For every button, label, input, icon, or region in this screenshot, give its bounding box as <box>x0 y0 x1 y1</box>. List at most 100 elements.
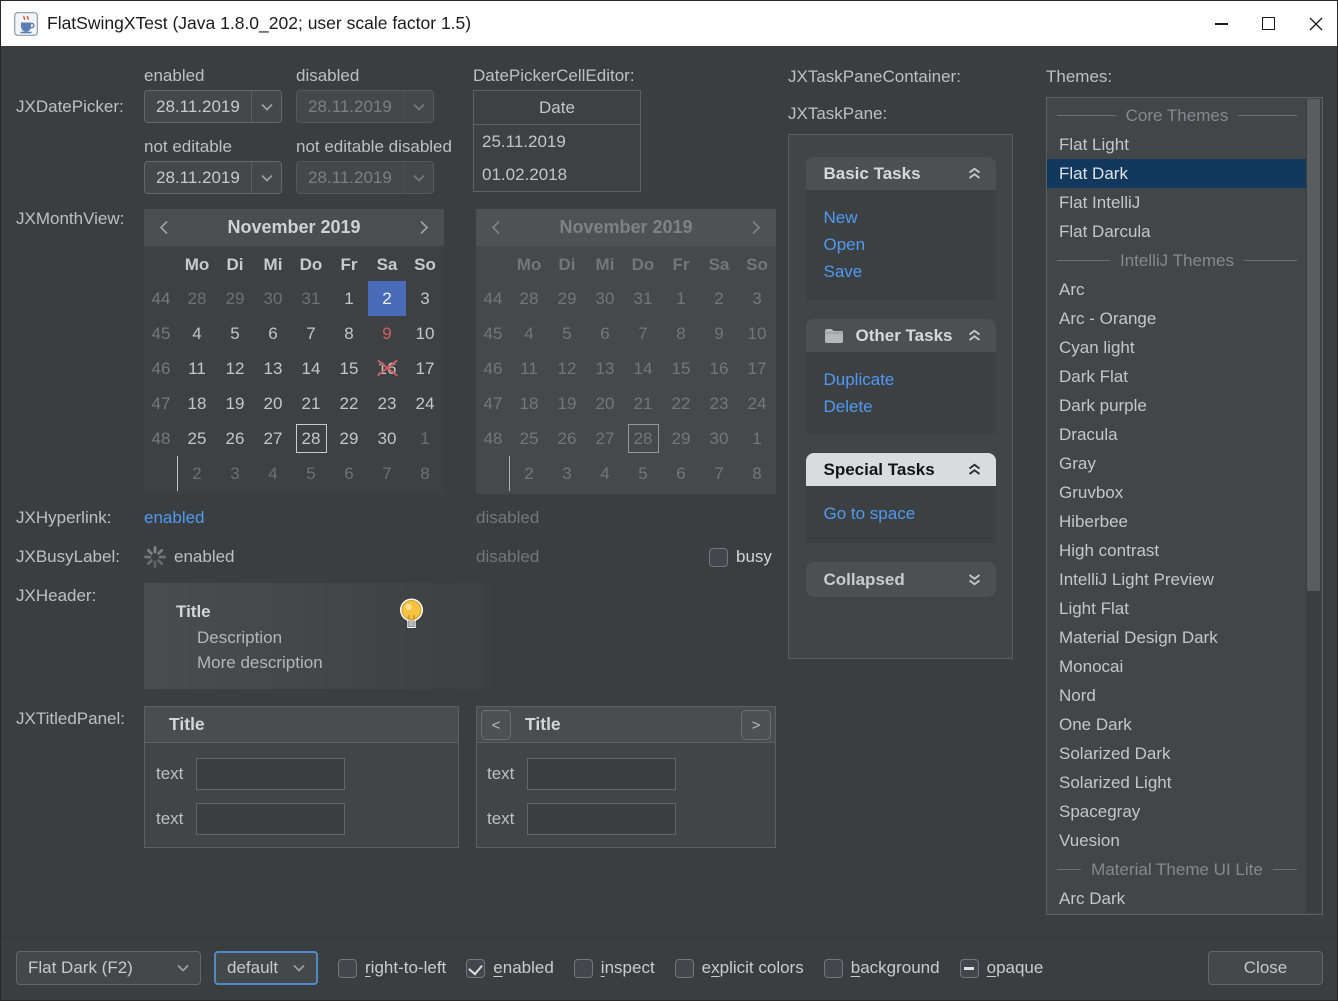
scrollbar-track[interactable] <box>1306 99 1321 915</box>
task-link-save[interactable]: Save <box>824 258 978 285</box>
calendar-day[interactable]: 21 <box>292 386 330 421</box>
theme-item[interactable]: IntelliJ Light Preview <box>1047 565 1307 594</box>
calendar-day[interactable]: 20 <box>254 386 292 421</box>
calendar-day[interactable]: 4 <box>178 316 216 351</box>
calendar-day[interactable]: 28 <box>178 281 216 316</box>
calendar-day[interactable]: 7 <box>292 316 330 351</box>
chevron-down-icon[interactable] <box>251 91 281 122</box>
next-month-button[interactable] <box>404 209 444 246</box>
calendar-day[interactable]: 2 <box>368 281 406 316</box>
text-input[interactable] <box>196 803 345 835</box>
calendar-day[interactable]: 13 <box>254 351 292 386</box>
enabled-checkbox[interactable] <box>466 959 485 978</box>
checkbox-enabled[interactable]: enabled <box>466 958 554 978</box>
theme-item[interactable]: Dark purple <box>1047 391 1307 420</box>
calendar-day[interactable]: 11 <box>178 351 216 386</box>
calendar-day[interactable]: 14 <box>292 351 330 386</box>
calendar-day[interactable]: 29 <box>216 281 254 316</box>
task-link-new[interactable]: New <box>824 204 978 231</box>
prev-button[interactable]: < <box>481 710 511 740</box>
calendar-day[interactable]: 5 <box>216 316 254 351</box>
checkbox-opaque[interactable]: opaque <box>960 958 1044 978</box>
busy-checkbox-row[interactable]: busy <box>709 547 772 567</box>
theme-item[interactable]: One Dark <box>1047 710 1307 739</box>
text-input[interactable] <box>527 758 676 790</box>
theme-item[interactable]: Flat Darcula <box>1047 217 1307 246</box>
theme-item[interactable]: Arc - Orange <box>1047 304 1307 333</box>
calendar-day[interactable]: 3 <box>406 281 444 316</box>
calendar-day[interactable]: 8 <box>406 456 444 491</box>
minimize-button[interactable] <box>1198 1 1245 46</box>
calendar-day[interactable]: 2 <box>178 456 216 491</box>
theme-item[interactable]: Solarized Light <box>1047 768 1307 797</box>
calendar-day[interactable]: 24 <box>406 386 444 421</box>
inspect-checkbox[interactable] <box>574 959 593 978</box>
theme-item[interactable]: Nord <box>1047 681 1307 710</box>
theme-item[interactable]: Spacegray <box>1047 797 1307 826</box>
close-button[interactable]: Close <box>1208 951 1323 985</box>
taskpane-header-basic-tasks[interactable]: Basic Tasks <box>806 157 996 190</box>
mode-combobox[interactable]: default <box>214 951 318 985</box>
theme-item[interactable]: Arc Dark <box>1047 884 1307 913</box>
checkbox-background[interactable]: background <box>824 958 940 978</box>
calendar-day[interactable]: 6 <box>330 456 368 491</box>
datepicker-not-editable[interactable]: 28.11.2019 <box>144 161 282 194</box>
theme-item[interactable]: Hiberbee <box>1047 507 1307 536</box>
theme-item[interactable]: Material Design Dark <box>1047 623 1307 652</box>
maximize-button[interactable] <box>1245 1 1292 46</box>
calendar-day[interactable]: 28 <box>292 421 330 456</box>
explicit-colors-checkbox[interactable] <box>675 959 694 978</box>
task-link-delete[interactable]: Delete <box>824 393 978 420</box>
prev-month-button[interactable] <box>144 209 184 246</box>
taskpane-header-special-tasks[interactable]: Special Tasks <box>806 453 996 486</box>
taskpane-header-other-tasks[interactable]: Other Tasks <box>806 319 996 352</box>
calendar-day[interactable]: 1 <box>330 281 368 316</box>
calendar-day[interactable]: 30 <box>368 421 406 456</box>
task-link-go-to-space[interactable]: Go to space <box>824 500 978 527</box>
calendar-day[interactable]: 18 <box>178 386 216 421</box>
theme-item[interactable]: High contrast <box>1047 536 1307 565</box>
theme-combobox[interactable]: Flat Dark (F2) <box>16 951 201 985</box>
calendar-day[interactable]: 26 <box>216 421 254 456</box>
theme-item[interactable]: Light Flat <box>1047 594 1307 623</box>
checkbox-right-to-left[interactable]: right-to-left <box>338 958 446 978</box>
next-button[interactable]: > <box>741 710 771 740</box>
table-row[interactable]: 25.11.2019 <box>474 125 640 158</box>
theme-item[interactable]: Cyan light <box>1047 333 1307 362</box>
calendar-day[interactable]: 3 <box>216 456 254 491</box>
theme-item[interactable]: Gray <box>1047 449 1307 478</box>
calendar-day[interactable]: 15 <box>330 351 368 386</box>
theme-item[interactable]: Dracula <box>1047 420 1307 449</box>
chevron-down-icon[interactable] <box>251 162 281 193</box>
calendar-day[interactable]: 31 <box>292 281 330 316</box>
calendar-day[interactable]: 29 <box>330 421 368 456</box>
datepicker-value[interactable]: 28.11.2019 <box>145 97 251 117</box>
close-window-button[interactable] <box>1292 1 1338 46</box>
calendar-day[interactable]: 22 <box>330 386 368 421</box>
theme-item[interactable]: Monocai <box>1047 652 1307 681</box>
theme-item[interactable]: Solarized Dark <box>1047 739 1307 768</box>
calendar-day[interactable]: 5 <box>292 456 330 491</box>
theme-item[interactable]: Arc <box>1047 275 1307 304</box>
calendar-day[interactable]: 17 <box>406 351 444 386</box>
calendar-day[interactable]: 8 <box>330 316 368 351</box>
calendar-day[interactable]: 23 <box>368 386 406 421</box>
datepicker-enabled[interactable]: 28.11.2019 <box>144 90 282 123</box>
opaque-checkbox[interactable] <box>960 959 979 978</box>
calendar-day[interactable]: 7 <box>368 456 406 491</box>
right-to-left-checkbox[interactable] <box>338 959 357 978</box>
text-input[interactable] <box>196 758 345 790</box>
calendar-day[interactable]: 4 <box>254 456 292 491</box>
calendar-day[interactable]: 12 <box>216 351 254 386</box>
background-checkbox[interactable] <box>824 959 843 978</box>
calendar-day[interactable]: 30 <box>254 281 292 316</box>
theme-item[interactable]: Flat Dark <box>1047 159 1307 188</box>
task-link-duplicate[interactable]: Duplicate <box>824 366 978 393</box>
checkbox-inspect[interactable]: inspect <box>574 958 655 978</box>
scrollbar-thumb[interactable] <box>1307 99 1320 591</box>
task-link-open[interactable]: Open <box>824 231 978 258</box>
hyperlink-enabled[interactable]: enabled <box>144 508 205 528</box>
calendar-day[interactable]: 16 <box>368 351 406 386</box>
theme-item[interactable]: Flat Light <box>1047 130 1307 159</box>
table-column-header[interactable]: Date <box>474 91 640 125</box>
